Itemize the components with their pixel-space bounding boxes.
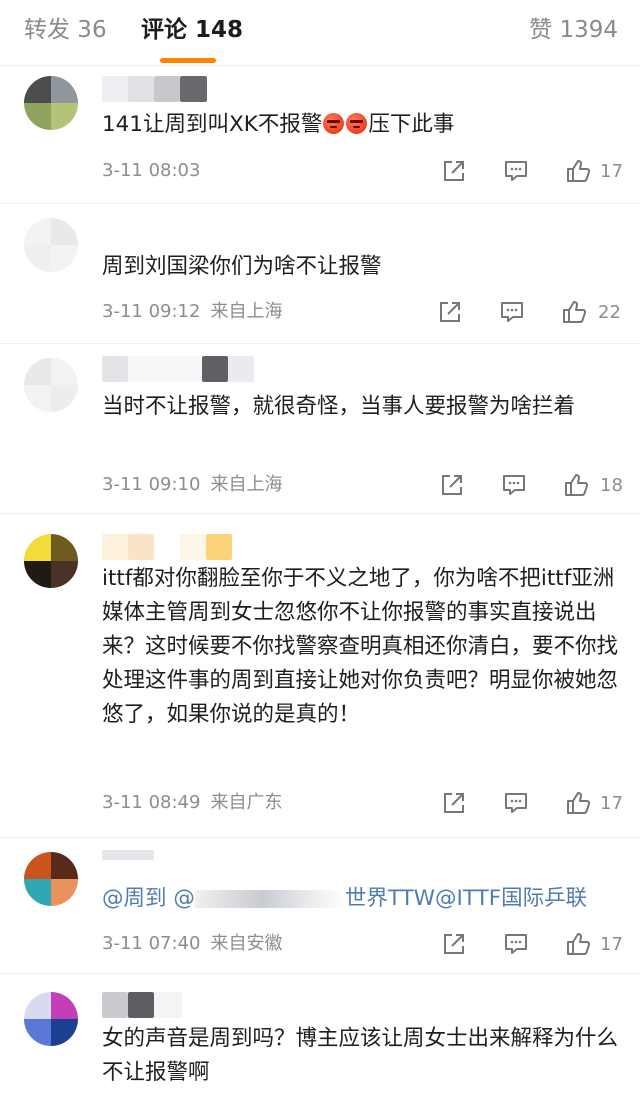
mention-link[interactable]: @ [173, 886, 195, 911]
comment-text: @周到 @ 世界TTW@ITTF国际乒联 [102, 882, 622, 916]
comment-meta: 3-11 09:10 来自上海 [102, 472, 282, 498]
comment-actions: 18 [438, 471, 630, 501]
comment-actions: 17 [440, 930, 630, 960]
username-redacted[interactable] [102, 356, 254, 382]
tab-comments[interactable]: 评论 148 [141, 14, 243, 46]
like-button[interactable] [564, 930, 594, 960]
comment-item: 当时不让报警，就很奇怪，当事人要报警为啥拦着 3-11 09:10 来自上海 18 [0, 344, 640, 514]
share-icon [444, 161, 464, 181]
comment-button[interactable] [500, 471, 530, 501]
comment-time: 3-11 08:03 [102, 160, 201, 181]
like-count: 22 [598, 302, 621, 323]
angry-emoji-icon [346, 113, 368, 134]
comment-button[interactable] [502, 157, 532, 187]
avatar[interactable] [24, 852, 78, 906]
mention-link[interactable]: 世界TTW@ITTF国际乒联 [345, 886, 587, 911]
thumbs-up-icon [563, 301, 587, 323]
comment-location: 来自上海 [210, 474, 283, 495]
comment-time: 3-11 09:10 [102, 474, 201, 495]
comment-icon [505, 793, 527, 813]
share-button[interactable] [436, 298, 466, 328]
comment-meta: 3-11 09:12 来自上海 [102, 299, 282, 325]
comment-tabs: 转发 36 评论 148 赞 1394 [0, 0, 640, 66]
comment-icon [505, 161, 527, 181]
share-button[interactable] [440, 930, 470, 960]
comment-text: 女的声音是周到吗？博主应该让周女士出来解释为什么不让报警啊 [102, 1026, 619, 1085]
mention-link[interactable]: @周到 [102, 886, 167, 911]
like-button[interactable] [560, 298, 590, 328]
avatar[interactable] [24, 76, 78, 130]
comment-location: 来自广东 [210, 792, 283, 813]
share-button[interactable] [438, 471, 468, 501]
comment-button[interactable] [498, 298, 528, 328]
comment-icon [503, 475, 525, 495]
avatar[interactable] [24, 992, 78, 1046]
comment-item: 周到刘国梁你们为啥不让报警 3-11 09:12 来自上海 22 [0, 204, 640, 344]
share-icon [440, 302, 460, 322]
comment-meta: 3-11 08:49 来自广东 [102, 790, 282, 816]
comment-icon [505, 934, 527, 954]
share-button[interactable] [440, 157, 470, 187]
share-icon [442, 475, 462, 495]
thumbs-up-icon [567, 160, 591, 182]
comment-item: @周到 @ 世界TTW@ITTF国际乒联 3-11 07:40 来自安徽 17 [0, 838, 640, 974]
like-button[interactable] [562, 471, 592, 501]
comment-text: 周到刘国梁你们为啥不让报警 [102, 254, 382, 279]
username-redacted[interactable] [102, 992, 182, 1018]
avatar[interactable] [24, 534, 78, 588]
comment-time: 3-11 07:40 [102, 933, 201, 954]
share-icon [444, 934, 464, 954]
comment-time: 3-11 08:49 [102, 792, 201, 813]
username-redacted[interactable] [102, 76, 207, 102]
comment-item: ittf都对你翻脸至你于不义之地了，你为啥不把ittf亚洲媒体主管周到女士忽悠你… [0, 514, 640, 838]
thumbs-up-icon [565, 474, 589, 496]
redacted-text [194, 890, 345, 908]
comment-meta: 3-11 08:03 [102, 158, 200, 184]
like-count: 18 [600, 475, 623, 496]
comment-meta: 3-11 07:40 来自安徽 [102, 931, 282, 957]
comment-button[interactable] [502, 930, 532, 960]
comment-location: 来自安徽 [210, 933, 283, 954]
username-redacted[interactable] [102, 534, 232, 560]
comment-actions: 17 [440, 789, 630, 819]
avatar[interactable] [24, 358, 78, 412]
share-button[interactable] [440, 789, 470, 819]
active-tab-indicator [160, 58, 216, 63]
avatar[interactable] [24, 218, 78, 272]
like-button[interactable] [564, 157, 594, 187]
comment-item: 女的声音是周到吗？博主应该让周女士出来解释为什么不让报警啊 [0, 974, 640, 1097]
thumbs-up-icon [567, 933, 591, 955]
username-redacted[interactable] [102, 850, 154, 860]
angry-emoji-icon [323, 113, 345, 134]
comment-icon [501, 302, 523, 322]
thumbs-up-icon [567, 792, 591, 814]
comment-actions: 17 [440, 157, 630, 187]
comment-text: ittf都对你翻脸至你于不义之地了，你为啥不把ittf亚洲媒体主管周到女士忽悠你… [102, 566, 619, 727]
tab-reposts[interactable]: 转发 36 [24, 14, 107, 46]
like-count: 17 [600, 934, 623, 955]
comment-button[interactable] [502, 789, 532, 819]
comment-text: 当时不让报警，就很奇怪，当事人要报警为啥拦着 [102, 394, 576, 419]
tab-likes[interactable]: 赞 1394 [529, 14, 618, 46]
comment-actions: 22 [436, 298, 630, 328]
comment-item: 141让周到叫XK不报警 压下此事 3-11 08:03 17 [0, 66, 640, 204]
like-count: 17 [600, 793, 623, 814]
comment-time: 3-11 09:12 [102, 301, 201, 322]
share-icon [444, 793, 464, 813]
comment-location: 来自上海 [210, 301, 283, 322]
comment-text: 141让周到叫XK不报警 压下此事 [102, 112, 455, 137]
like-count: 17 [600, 161, 623, 182]
like-button[interactable] [564, 789, 594, 819]
